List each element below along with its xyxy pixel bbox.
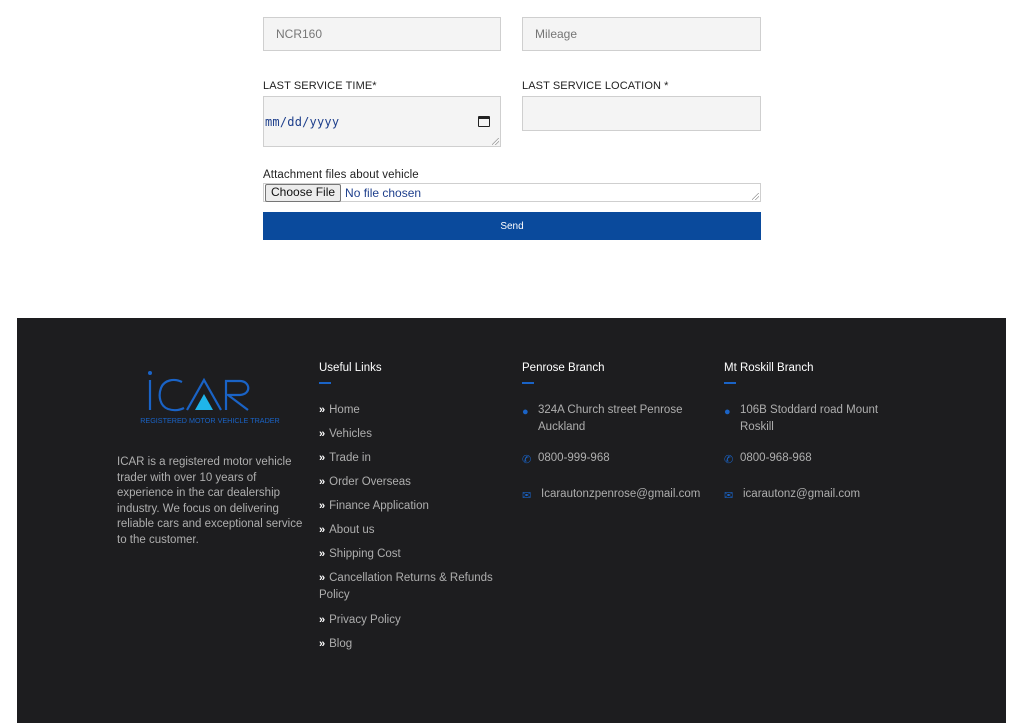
about-text: ICAR is a registered motor vehicle trade… [117, 456, 303, 546]
chevron-right-icon: » [319, 572, 325, 584]
mileage-input[interactable] [522, 17, 761, 51]
roskill-branch-title: Mt Roskill Branch [724, 362, 814, 374]
chevron-right-icon: » [319, 638, 325, 650]
phone-icon: ✆ [522, 454, 532, 466]
footer-link-trade-in[interactable]: » Trade in [319, 450, 371, 467]
date-placeholder: mm/dd/yyyy [265, 114, 340, 129]
logo-tagline: REGISTERED MOTOR VEHICLE TRADER [140, 416, 280, 425]
last-service-time-input[interactable]: mm/dd/yyyy [263, 96, 501, 147]
choose-file-button[interactable]: Choose File [265, 183, 342, 202]
title-underline [319, 382, 331, 384]
icar-logo[interactable]: REGISTERED MOTOR VEHICLE TRADER [130, 366, 290, 436]
chevron-right-icon: » [319, 524, 325, 536]
last-service-time-label: LAST SERVICE TIME* [263, 80, 377, 92]
last-service-location-label: LAST SERVICE LOCATION * [522, 80, 669, 92]
map-pin-icon: ● [724, 406, 731, 418]
no-file-text: No file chosen [345, 185, 422, 200]
penrose-phone[interactable]: ✆ 0800-999-968 [522, 450, 610, 467]
penrose-address: ● 324A Church street Penrose Auckland [522, 404, 683, 433]
footer-link-home[interactable]: » Home [319, 402, 360, 419]
footer-link-shipping-cost[interactable]: » Shipping Cost [319, 546, 401, 563]
map-pin-icon: ● [522, 406, 529, 418]
footer-link-order-overseas[interactable]: » Order Overseas [319, 474, 411, 491]
footer-link-vehicles[interactable]: » Vehicles [319, 426, 372, 443]
footer-link-finance-application[interactable]: » Finance Application [319, 498, 429, 515]
penrose-email[interactable]: ✉ Icarautonzpenrose@gmail.com [522, 486, 700, 503]
penrose-branch-title: Penrose Branch [522, 362, 605, 374]
roskill-email[interactable]: ✉ icarautonz@gmail.com [724, 486, 860, 503]
title-underline [522, 382, 534, 384]
phone-icon: ✆ [724, 454, 734, 466]
chevron-right-icon: » [319, 548, 325, 560]
footer-link-about-us[interactable]: » About us [319, 522, 375, 539]
envelope-icon: ✉ [522, 490, 532, 502]
resize-handle[interactable] [492, 138, 499, 145]
chevron-right-icon: » [319, 428, 325, 440]
roskill-address: ● 106B Stoddard road Mount Roskill [724, 404, 879, 433]
registration-input[interactable] [263, 17, 501, 51]
calendar-icon[interactable] [478, 116, 490, 127]
footer-link-cancellation[interactable]: » Cancellation Returns & Refunds Policy [319, 570, 504, 604]
send-button[interactable]: Send [263, 212, 761, 240]
roskill-phone[interactable]: ✆ 0800-968-968 [724, 450, 812, 467]
chevron-right-icon: » [319, 452, 325, 464]
attachment-label: Attachment files about vehicle [263, 169, 419, 181]
chevron-right-icon: » [319, 500, 325, 512]
footer-link-blog[interactable]: » Blog [319, 636, 352, 653]
envelope-icon: ✉ [724, 490, 734, 502]
useful-links-title: Useful Links [319, 362, 382, 374]
attachment-file-input[interactable]: Choose File No file chosen [263, 183, 761, 202]
title-underline [724, 382, 736, 384]
footer-link-privacy-policy[interactable]: » Privacy Policy [319, 612, 401, 629]
chevron-right-icon: » [319, 404, 325, 416]
footer: REGISTERED MOTOR VEHICLE TRADER ICAR is … [17, 318, 1006, 723]
resize-handle[interactable] [752, 193, 759, 200]
chevron-right-icon: » [319, 476, 325, 488]
last-service-location-input[interactable] [522, 96, 761, 131]
chevron-right-icon: » [319, 614, 325, 626]
